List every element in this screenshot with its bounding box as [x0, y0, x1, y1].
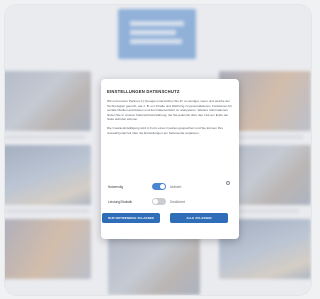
toggle-label: Leistung/Statistik	[108, 199, 133, 204]
toggle-row-necessary: Notwendig Aktiviert	[108, 183, 181, 190]
toggle-label: Notwendig	[108, 184, 124, 189]
dialog-title: EINSTELLUNGEN DATENSCHUTZ	[107, 89, 180, 94]
toggle-row-statistics: Leistung/Statistik Deaktiviert	[108, 198, 185, 205]
info-icon[interactable]	[226, 181, 230, 185]
toggle-state: Deaktiviert	[170, 199, 186, 204]
accept-all-button[interactable]: ALLE ZULASSEN	[170, 213, 228, 223]
toggle-knob	[153, 199, 158, 204]
browser-viewport: EINSTELLUNGEN DATENSCHUTZ Wir und unsere…	[5, 5, 311, 295]
reject-non-essential-button[interactable]: NUR NOTWENDIGE ZULASSEN	[102, 213, 160, 223]
dialog-paragraph: Die Cookie-Einwilligung wird in Form ein…	[107, 125, 224, 135]
toggle-state: Aktiviert	[170, 184, 182, 189]
necessary-toggle[interactable]	[152, 183, 166, 190]
toggle-knob	[160, 184, 165, 189]
statistics-toggle[interactable]	[152, 198, 166, 205]
dialog-paragraph: Wir und unsere Partner(-1) (Google unter…	[107, 99, 232, 122]
